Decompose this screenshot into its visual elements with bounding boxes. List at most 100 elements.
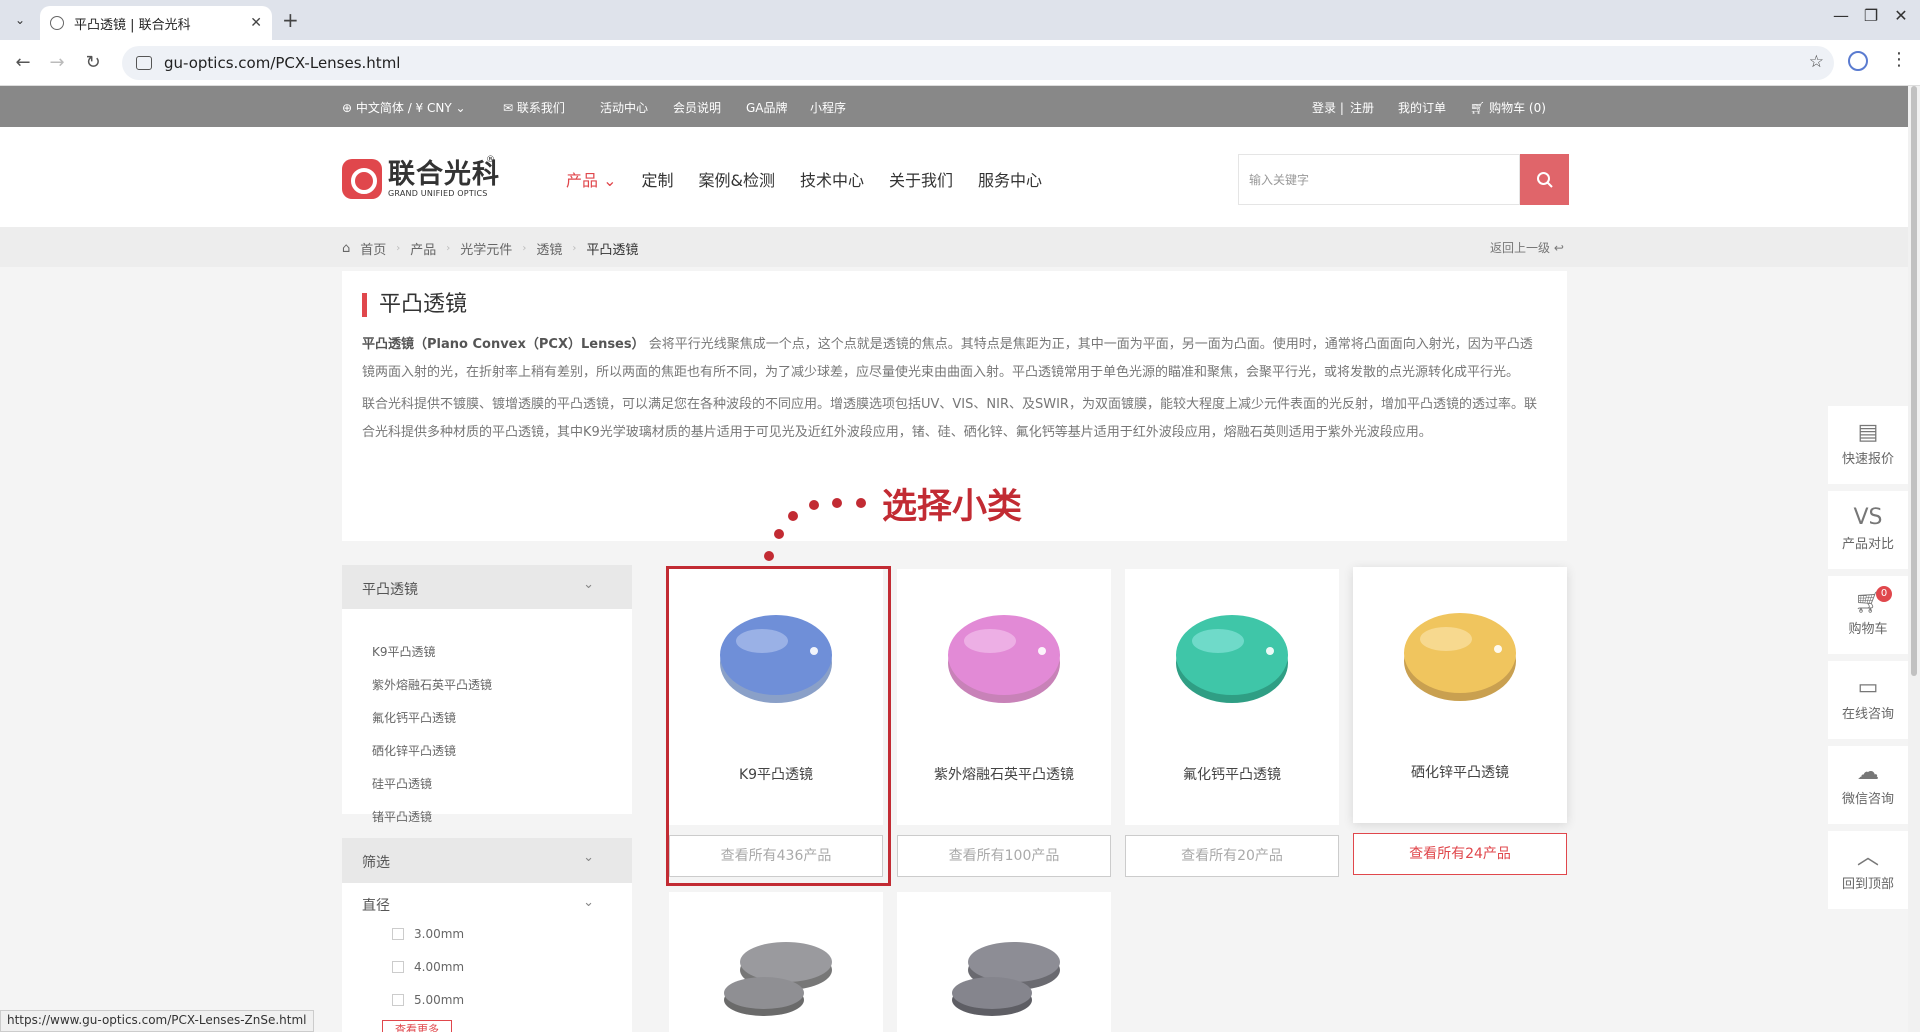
cart-icon: 🛒︎ [1854,590,1882,615]
bookmark-star-icon[interactable]: ☆ [1809,52,1824,72]
status-url-bubble: https://www.gu-optics.com/PCX-Lenses-ZnS… [0,1010,314,1032]
back-up-link[interactable]: 返回上一级 ↩ [1490,239,1564,256]
sidebar-item-znse[interactable]: 硒化锌平凸透镜 [372,742,456,759]
page-scrollbar[interactable] [1908,86,1920,1032]
browser-tab[interactable]: 平凸透镜 | 联合光科 ✕ [40,6,272,40]
product-card-si[interactable] [669,892,883,1032]
close-icon[interactable]: ✕ [250,15,262,31]
register-link[interactable]: 注册 [1350,99,1374,116]
ga-brand-link[interactable]: GA品牌 [746,99,788,116]
float-cart-button[interactable]: 🛒︎ 0 购物车 [1828,576,1908,654]
minimize-icon[interactable]: — [1826,6,1856,25]
view-all-button[interactable]: 查看所有20产品 [1125,835,1339,877]
events-link[interactable]: 活动中心 [600,99,648,116]
login-link[interactable]: 登录 | [1312,99,1344,116]
annotation-dot [809,500,819,510]
annotation-dot [764,551,774,561]
show-more-button[interactable]: 查看更多 [382,1020,452,1032]
nav-item-custom[interactable]: 定制 [642,167,674,191]
reload-icon[interactable]: ↻ [82,52,104,73]
breadcrumb-home[interactable]: 首页 [360,239,386,258]
checkbox[interactable] [392,961,404,973]
product-name: 硒化锌平凸透镜 [1411,765,1509,781]
chevron-down-icon[interactable]: ⌄ [583,895,594,910]
back-arrow-icon[interactable]: ← [12,52,34,73]
diameter-option[interactable]: 3.00mm [392,927,464,941]
product-compare-button[interactable]: VS 产品对比 [1828,491,1908,569]
window-close-icon[interactable]: ✕ [1886,6,1916,25]
diameter-option[interactable]: 4.00mm [392,960,464,974]
breadcrumb-optics[interactable]: 光学元件 [460,239,512,258]
breadcrumb: ⌂ 首页 › 产品 › 光学元件 › 透镜 › 平凸透镜 返回上一级 ↩ [0,227,1908,267]
product-card-uv-fused-silica[interactable]: 紫外熔融石英平凸透镜 [897,569,1111,825]
nav-item-cases[interactable]: 案例&检测 [699,167,775,191]
checkbox[interactable] [392,928,404,940]
product-card-ge[interactable] [897,892,1111,1032]
wechat-consult-button[interactable]: ☁ 微信咨询 [1828,746,1908,824]
diameter-option[interactable]: 5.00mm [392,993,464,1007]
tab-search-icon[interactable]: ⌄ [8,8,32,32]
globe-icon [50,16,64,30]
logo-mark [342,159,382,199]
lens-image [1176,615,1288,703]
annotation-dot [788,511,798,521]
product-name: 氟化钙平凸透镜 [1183,767,1281,783]
search-button[interactable] [1520,154,1569,205]
breadcrumb-separator: › [396,243,401,254]
chevron-down-icon: ⌄ [583,850,594,865]
search-input[interactable]: 输入关键字 [1238,154,1520,205]
product-card-caf2[interactable]: 氟化钙平凸透镜 [1125,569,1339,825]
nav-item-tech[interactable]: 技术中心 [800,167,864,191]
view-all-button[interactable]: 查看所有100产品 [897,835,1111,877]
url-input[interactable]: gu-optics.com/PCX-Lenses.html ☆ [122,46,1834,80]
breadcrumb-lenses[interactable]: 透镜 [536,239,562,258]
contact-link[interactable]: ✉ 联系我们 [503,99,565,116]
site-logo[interactable]: 联合光科 GRAND UNIFIED OPTICS ® [342,155,500,199]
tab-title: 平凸透镜 | 联合光科 [74,17,191,33]
cart-icon: 🛒︎ [1470,101,1490,115]
compare-icon: VS [1853,505,1883,530]
new-tab-icon[interactable]: + [282,8,299,32]
mail-icon: ✉ [503,101,517,115]
url-text: gu-optics.com/PCX-Lenses.html [164,54,401,72]
restore-icon[interactable]: ❐ [1856,6,1886,25]
sidebar-item-si[interactable]: 硅平凸透镜 [372,775,432,792]
profile-icon[interactable] [1848,51,1868,71]
member-link[interactable]: 会员说明 [673,99,721,116]
sidebar-item-uv-fused-silica[interactable]: 紫外熔融石英平凸透镜 [372,676,492,693]
breadcrumb-products[interactable]: 产品 [410,239,436,258]
view-all-button[interactable]: 查看所有24产品 [1353,833,1567,875]
nav-item-products[interactable]: 产品 ⌄ [566,167,617,191]
online-consult-button[interactable]: ▭ 在线咨询 [1828,661,1908,739]
mini-program-link[interactable]: 小程序 [810,99,846,116]
checkbox[interactable] [392,994,404,1006]
forward-arrow-icon[interactable]: → [46,52,68,73]
filter-body: 直径 ⌄ 3.00mm 4.00mm 5.00mm 查看更多 [342,883,632,1032]
product-card-znse[interactable]: 硒化锌平凸透镜 [1353,567,1567,823]
browser-menu-icon[interactable]: ⋮ [1890,49,1908,70]
lens-image [952,942,1060,1016]
chevron-up-icon: ︿ [1856,845,1879,870]
scrollbar-thumb[interactable] [1911,86,1917,676]
nav-item-about[interactable]: 关于我们 [889,167,953,191]
return-icon: ↩ [1553,241,1564,255]
site-settings-icon[interactable] [136,56,152,70]
top-cart-link[interactable]: 🛒︎ 购物车 (0) [1470,99,1546,116]
filter-panel-header[interactable]: 筛选 ⌄ [342,838,632,883]
nav-item-service[interactable]: 服务中心 [978,167,1042,191]
page-viewport: ⊕ 中文简体 / ¥ CNY ⌄ ✉ 联系我们 活动中心 会员说明 GA品牌 小… [0,86,1908,1032]
diameter-filter-title[interactable]: 直径 [362,895,390,915]
logo-cn-text: 联合光科 [388,158,500,190]
lens-image [948,615,1060,703]
language-currency-select[interactable]: ⊕ 中文简体 / ¥ CNY ⌄ [342,99,466,116]
category-panel-header[interactable]: 平凸透镜 ⌄ [342,565,632,610]
back-to-top-button[interactable]: ︿ 回到顶部 [1828,831,1908,909]
my-orders-link[interactable]: 我的订单 [1398,99,1446,116]
quick-quote-button[interactable]: ▤ 快速报价 [1828,406,1908,484]
cart-badge: 0 [1876,586,1892,602]
sidebar-item-k9[interactable]: K9平凸透镜 [372,643,436,660]
sidebar-item-caf2[interactable]: 氟化钙平凸透镜 [372,709,456,726]
intro-paragraph-2: 联合光科提供不镀膜、镀增透膜的平凸透镜，可以满足您在各种波段的不同应用。增透膜选… [362,397,1537,440]
sidebar-item-ge[interactable]: 锗平凸透镜 [372,808,432,825]
lens-image [1404,613,1516,701]
